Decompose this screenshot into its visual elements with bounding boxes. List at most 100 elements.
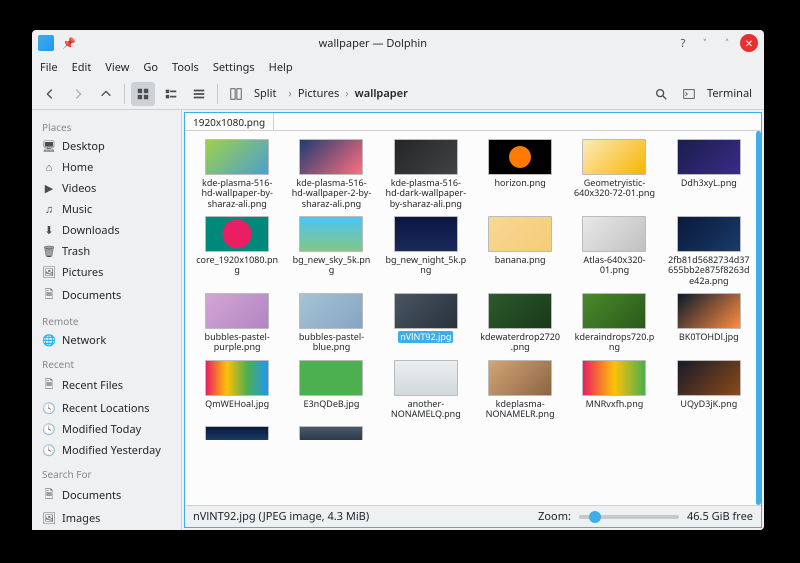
help-button[interactable]: ? (674, 34, 692, 52)
file-item[interactable]: banana.png (474, 214, 566, 289)
file-item[interactable]: BK0TOHDl.jpg (663, 291, 755, 356)
file-item[interactable]: E3nQDeB.jpg (285, 358, 377, 423)
file-item[interactable]: horizon.png (474, 137, 566, 212)
tab[interactable]: 1920x1080.png (185, 113, 274, 130)
zoom-knob[interactable] (589, 511, 601, 523)
thumbnail (677, 293, 741, 329)
file-item[interactable]: UQyD3jK.png (663, 358, 755, 423)
pin-icon[interactable]: 📌 (62, 36, 76, 51)
sidebar-item[interactable]: 🖼Pictures (32, 262, 181, 283)
thumbnail (299, 139, 363, 175)
main-view: 1920x1080.png kde-plasma-516-hd-wallpape… (184, 112, 762, 528)
file-item[interactable]: bg_new_night_5k.png (380, 214, 472, 289)
sidebar-item[interactable]: 🌐Network (32, 330, 181, 351)
thumbnail (488, 293, 552, 329)
sidebar-item-label: Trash (62, 244, 90, 259)
zoom-slider[interactable] (579, 515, 679, 519)
sidebar-item[interactable]: 🕓Modified Yesterday (32, 440, 181, 461)
maximize-button[interactable]: ˄ (718, 34, 736, 52)
file-name: bg_new_sky_5k.png (288, 254, 374, 277)
sidebar-item[interactable]: ▶Videos (32, 178, 181, 199)
breadcrumb-sep: › (345, 86, 348, 101)
sidebar-item[interactable]: 🖥Desktop (32, 136, 181, 157)
details-view-button[interactable] (187, 82, 211, 106)
sidebar-item-icon: 🌐 (42, 333, 56, 348)
sidebar-item[interactable]: 🕓Recent Locations (32, 398, 181, 419)
file-item[interactable]: core_1920x1080.png (191, 214, 283, 289)
menu-edit[interactable]: Edit (72, 60, 92, 75)
thumbnail (394, 360, 458, 396)
file-item[interactable]: kdewaterdrop2720.png (474, 291, 566, 356)
sidebar-item-label: Documents (62, 288, 121, 303)
up-button[interactable] (94, 82, 118, 106)
file-item[interactable]: kde-plasma-516-hd-dark-wallpaper-by-shar… (380, 137, 472, 212)
back-button[interactable] (38, 82, 62, 106)
file-item[interactable]: another-NONAMELQ.png (380, 358, 472, 423)
split-label: Split (254, 86, 276, 101)
file-item[interactable]: bubbles-pastel-blue.png (285, 291, 377, 356)
menu-go[interactable]: Go (143, 60, 158, 75)
menu-view[interactable]: View (105, 60, 129, 75)
file-item[interactable]: Ddh3xyL.png (663, 137, 755, 212)
thumbnail (299, 426, 363, 440)
terminal-button[interactable] (677, 82, 701, 106)
menu-file[interactable]: File (40, 60, 58, 75)
crumb-wallpaper[interactable]: wallpaper (351, 84, 412, 103)
sidebar-item[interactable]: 🕓Modified Today (32, 419, 181, 440)
menu-help[interactable]: Help (269, 60, 293, 75)
file-item[interactable]: nVlNT92.jpg (380, 291, 472, 356)
scrollbar[interactable] (756, 131, 761, 505)
sidebar-item-icon: 🕓 (42, 443, 56, 458)
file-name: Ddh3xyL.png (679, 177, 739, 189)
file-item[interactable]: kde-plasma-516-hd-wallpaper-2-by-sharaz-… (285, 137, 377, 212)
sidebar-item[interactable]: ⬇Downloads (32, 220, 181, 241)
split-button[interactable] (224, 82, 248, 106)
file-item[interactable] (285, 424, 377, 442)
sidebar-item[interactable]: 🗎Documents (32, 283, 181, 308)
file-name: BK0TOHDl.jpg (677, 331, 741, 343)
sidebar-item[interactable]: ♫Music (32, 199, 181, 220)
compact-view-button[interactable] (159, 82, 183, 106)
sidebar-head: Recent (32, 351, 181, 373)
close-button[interactable]: ✕ (740, 34, 758, 52)
file-item[interactable]: Geometryistic-640x320-72-01.png (568, 137, 660, 212)
sidebar-item-label: Downloads (62, 223, 120, 238)
titlebar: 📌 wallpaper — Dolphin ? ˅ ˄ ✕ (32, 30, 764, 56)
files-grid[interactable]: kde-plasma-516-hd-wallpaper-by-sharaz-al… (185, 131, 761, 505)
file-name: another-NONAMELQ.png (383, 398, 469, 421)
minimize-button[interactable]: ˅ (696, 34, 714, 52)
file-name: nVlNT92.jpg (398, 331, 453, 343)
sidebar-item-icon: ▶ (42, 181, 56, 196)
file-item[interactable] (191, 424, 283, 442)
file-item[interactable]: 2fb81d5682734d37655bb2e875f8263de42a.png (663, 214, 755, 289)
file-item[interactable]: kderaindrops720.png (568, 291, 660, 356)
icons-view-button[interactable] (131, 82, 155, 106)
sidebar-item[interactable]: 🖼Images (32, 508, 181, 529)
file-item[interactable]: kdeplasma-NONAMELR.png (474, 358, 566, 423)
forward-button[interactable] (66, 82, 90, 106)
sidebar-item[interactable]: 🗑Trash (32, 241, 181, 262)
menu-settings[interactable]: Settings (213, 60, 255, 75)
sidebar-item[interactable]: 🔊Audio (32, 529, 181, 530)
terminal-label: Terminal (707, 86, 752, 101)
file-item[interactable]: kde-plasma-516-hd-wallpaper-by-sharaz-al… (191, 137, 283, 212)
sidebar-item[interactable]: ⌂Home (32, 157, 181, 178)
sidebar-item-icon: ⌂ (42, 160, 56, 175)
search-button[interactable] (649, 82, 673, 106)
thumbnail (394, 139, 458, 175)
sidebar-item-label: Desktop (62, 139, 105, 154)
thumbnail (299, 293, 363, 329)
file-item[interactable]: Atlas-640x320-01.png (568, 214, 660, 289)
file-item[interactable]: bubbles-pastel-purple.png (191, 291, 283, 356)
crumb-pictures[interactable]: Pictures (294, 84, 343, 103)
file-item[interactable]: QmWEHoal.jpg (191, 358, 283, 423)
file-item[interactable]: MNRvxfh.png (568, 358, 660, 423)
menu-tools[interactable]: Tools (172, 60, 199, 75)
app-icon (38, 35, 54, 51)
file-item[interactable]: bg_new_sky_5k.png (285, 214, 377, 289)
sidebar-item[interactable]: 🗎Documents (32, 483, 181, 508)
sidebar-item-icon: ♫ (42, 202, 56, 217)
thumbnail (394, 216, 458, 252)
sidebar-item[interactable]: 🗎Recent Files (32, 373, 181, 398)
window-title: wallpaper — Dolphin (76, 36, 670, 51)
